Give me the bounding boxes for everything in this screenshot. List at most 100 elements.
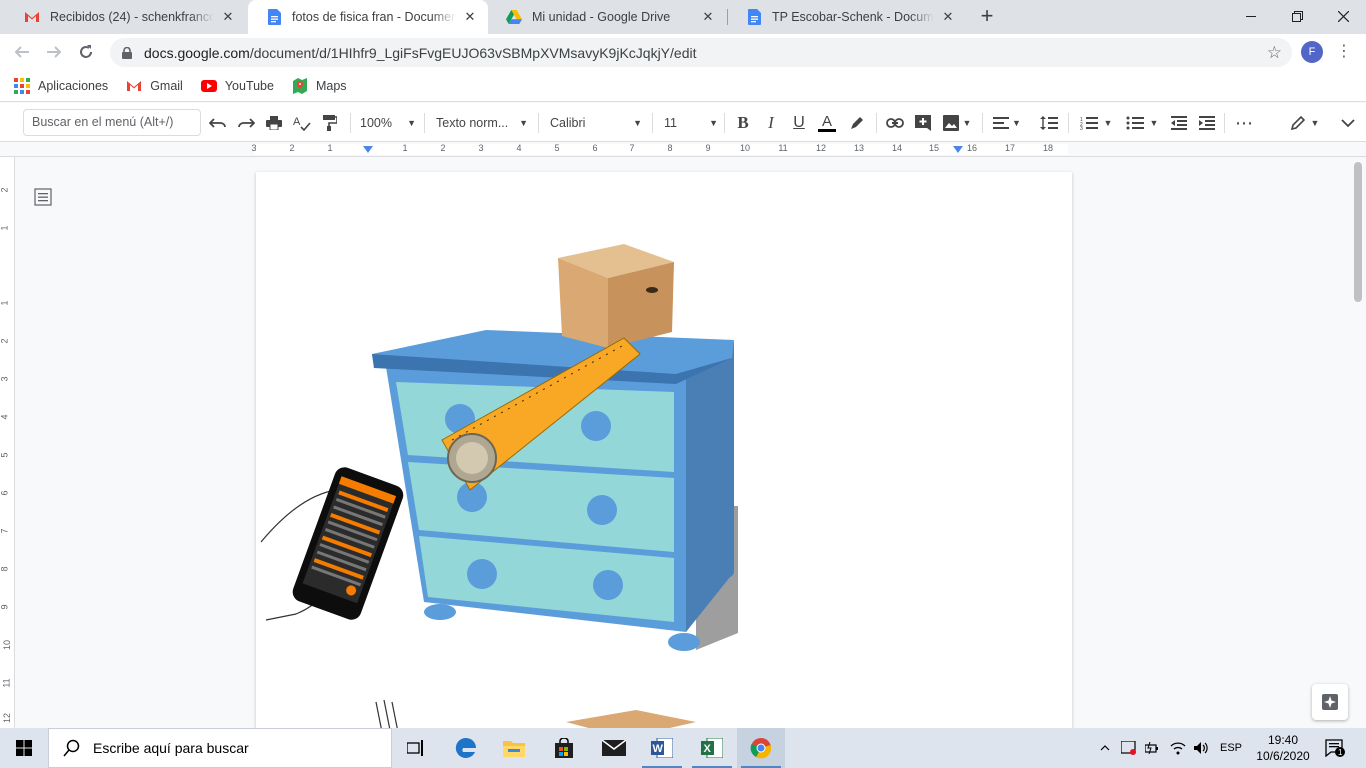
print-button[interactable]	[262, 111, 286, 135]
text-color-button[interactable]: A	[815, 111, 839, 135]
close-tab-icon[interactable]: ✕	[940, 9, 956, 25]
taskbar-edge[interactable]	[442, 728, 490, 768]
tray-language[interactable]: ESP	[1216, 728, 1246, 768]
ruler-label: 6	[592, 143, 598, 153]
bookmark-star-icon[interactable]: ☆	[1267, 43, 1282, 63]
ruler-label: 10	[2, 639, 13, 651]
taskbar-word[interactable]: W	[638, 728, 686, 768]
task-view-button[interactable]	[392, 728, 440, 768]
taskbar-chrome[interactable]	[737, 728, 785, 768]
chrome-menu-icon[interactable]: ⋮	[1336, 41, 1352, 63]
ruler-label: 7	[629, 143, 635, 153]
insert-comment-button[interactable]	[911, 111, 935, 135]
increase-indent-button[interactable]	[1195, 111, 1219, 135]
decrease-indent-button[interactable]	[1167, 111, 1191, 135]
insert-image-button[interactable]: ▼	[939, 111, 975, 135]
reload-button[interactable]	[72, 38, 100, 66]
chevron-down-icon: ▼	[519, 118, 528, 128]
more-tools-button[interactable]: ⋯	[1232, 111, 1256, 135]
address-bar[interactable]: docs.google.com/document/d/1HIhfr9_LgiFs…	[110, 38, 1292, 67]
tab-title: Recibidos (24) - schenkfranco@gmail.com	[50, 10, 214, 24]
insert-link-button[interactable]	[883, 111, 907, 135]
line-spacing-button[interactable]	[1036, 111, 1062, 135]
profile-avatar[interactable]: F	[1301, 41, 1323, 63]
back-button[interactable]	[8, 38, 36, 66]
taskbar-store[interactable]	[540, 728, 588, 768]
bookmark-gmail[interactable]: Gmail	[126, 78, 183, 94]
next-image-lines	[375, 699, 398, 728]
font-size-dropdown[interactable]: 11 ▼	[664, 111, 718, 135]
underline-icon: U	[793, 114, 805, 131]
ruler-label: 12	[2, 712, 13, 724]
tray-show-hidden-icon[interactable]	[1096, 728, 1114, 768]
tray-wifi-icon[interactable]	[1166, 728, 1190, 768]
zoom-dropdown[interactable]: 100% ▼	[360, 111, 416, 135]
tab-title: fotos de fisica fran - Documentos de Goo…	[292, 10, 456, 24]
close-tab-icon[interactable]: ✕	[700, 9, 716, 25]
close-window-button[interactable]	[1320, 0, 1366, 32]
action-center-button[interactable]: 1	[1320, 728, 1350, 768]
tab-gmail[interactable]: Recibidos (24) - schenkfranco@gmail.com …	[6, 0, 246, 34]
tab-docs-tp[interactable]: TP Escobar-Schenk - Documentos de Google…	[728, 0, 966, 34]
bookmark-apps[interactable]: Aplicaciones	[14, 78, 108, 94]
italic-button[interactable]: I	[759, 111, 783, 135]
document-canvas[interactable]	[16, 158, 1350, 728]
font-dropdown[interactable]: Calibri ▼	[550, 111, 642, 135]
editing-mode-dropdown[interactable]: ▼	[1286, 111, 1324, 135]
taskbar-mail[interactable]	[590, 728, 638, 768]
explore-button[interactable]	[1312, 684, 1348, 720]
document-outline-icon[interactable]	[34, 188, 52, 206]
bold-button[interactable]: B	[731, 111, 755, 135]
bookmark-maps[interactable]: Maps	[292, 78, 347, 94]
svg-text:W: W	[653, 743, 664, 755]
smartphone	[292, 467, 404, 620]
taskbar-search-input[interactable]: Escribe aquí para buscar	[48, 728, 392, 768]
toolbar-divider	[982, 113, 983, 133]
chevron-down-icon: ▼	[1149, 118, 1159, 128]
close-tab-icon[interactable]: ✕	[462, 9, 478, 25]
link-icon	[886, 118, 904, 128]
paint-format-button[interactable]	[318, 111, 342, 135]
ruler-label: 1	[327, 143, 333, 153]
tab-drive[interactable]: Mi unidad - Google Drive ✕	[488, 0, 726, 34]
bulleted-list-dropdown[interactable]: ▼	[1122, 111, 1162, 135]
tray-security-icon[interactable]	[1118, 728, 1140, 768]
underline-button[interactable]: U	[787, 111, 811, 135]
drive-icon	[506, 9, 522, 25]
numbered-list-dropdown[interactable]: 123 ▼	[1076, 111, 1116, 135]
taskbar-file-explorer[interactable]	[490, 728, 538, 768]
document-page[interactable]	[256, 172, 1072, 728]
style-dropdown[interactable]: Texto norm... ▼	[436, 111, 528, 135]
ruler-label: 6	[0, 490, 10, 496]
redo-button[interactable]	[234, 111, 258, 135]
ruler-label: 11	[778, 143, 788, 153]
next-image-box	[566, 710, 696, 728]
close-tab-icon[interactable]: ✕	[220, 9, 236, 25]
menu-search-input[interactable]: Buscar en el menú (Alt+/)	[23, 109, 201, 136]
bookmark-youtube[interactable]: YouTube	[200, 78, 274, 94]
align-dropdown[interactable]: ▼	[990, 111, 1024, 135]
taskbar-excel[interactable]: X	[688, 728, 736, 768]
drawer-illustration[interactable]	[256, 172, 1072, 728]
right-indent-marker[interactable]	[953, 146, 963, 153]
vertical-scrollbar[interactable]	[1350, 158, 1366, 728]
new-tab-button[interactable]: +	[976, 5, 998, 28]
minimize-button[interactable]	[1228, 0, 1274, 32]
hide-menus-button[interactable]	[1336, 111, 1360, 135]
start-button[interactable]	[0, 728, 48, 768]
taskbar-clock[interactable]: 19:40 10/6/2020	[1250, 732, 1316, 764]
scrollbar-thumb[interactable]	[1354, 162, 1362, 302]
ruler-label: 5	[554, 143, 560, 153]
image-icon	[942, 115, 959, 131]
tray-battery-icon[interactable]	[1142, 728, 1164, 768]
spellcheck-button[interactable]: A	[290, 111, 314, 135]
highlight-button[interactable]	[845, 111, 869, 135]
left-indent-marker[interactable]	[363, 146, 373, 153]
undo-button[interactable]	[206, 111, 230, 135]
forward-button[interactable]	[40, 38, 68, 66]
tab-docs-fotos[interactable]: fotos de fisica fran - Documentos de Goo…	[248, 0, 488, 34]
tray-volume-icon[interactable]	[1190, 728, 1214, 768]
restore-button[interactable]	[1274, 0, 1320, 32]
tab-strip: Recibidos (24) - schenkfranco@gmail.com …	[0, 0, 1366, 34]
mail-icon	[602, 740, 626, 756]
